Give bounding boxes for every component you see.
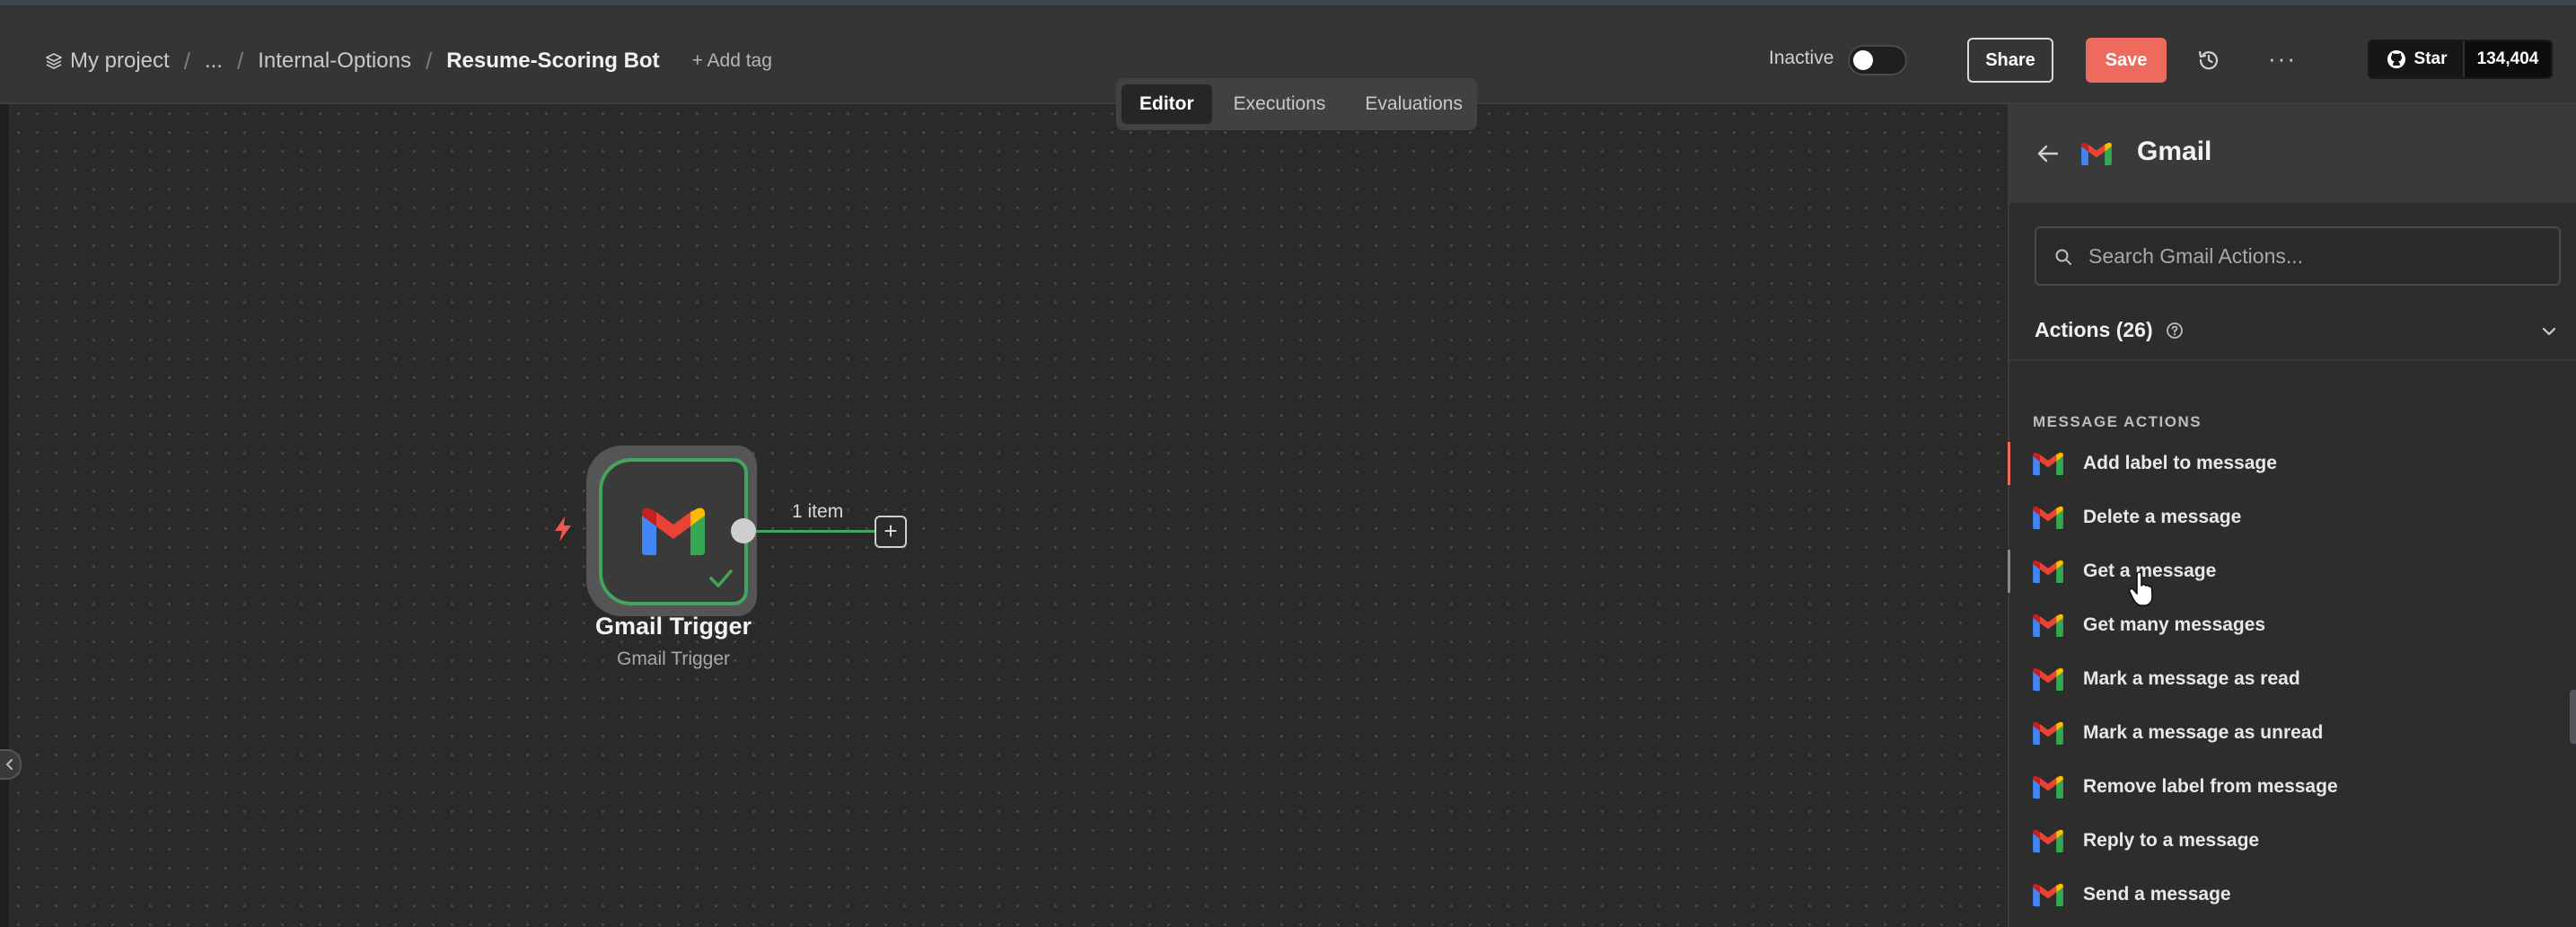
panel-title: Gmail [2137, 137, 2212, 166]
breadcrumb-separator: / [183, 47, 190, 75]
help-circle-icon[interactable] [2166, 322, 2184, 340]
action-item-delete-message[interactable]: Delete a message [2008, 490, 2576, 544]
breadcrumb-separator: / [425, 47, 433, 75]
node-output-handle[interactable] [731, 518, 756, 543]
more-options-icon[interactable]: ··· [2268, 45, 2297, 73]
action-item-reply[interactable]: Reply to a message [2008, 814, 2576, 868]
history-icon[interactable] [2195, 47, 2222, 74]
breadcrumb-ellipsis[interactable]: ... [205, 49, 223, 74]
add-node-button[interactable]: + [875, 516, 907, 548]
github-star-left: Star [2369, 41, 2463, 77]
gmail-icon [2033, 614, 2063, 637]
action-label: Mark a message as unread [2083, 722, 2324, 743]
workflow-name[interactable]: Resume-Scoring Bot [446, 49, 659, 74]
action-item-mark-read[interactable]: Mark a message as read [2008, 652, 2576, 706]
action-item-add-label[interactable]: Add label to message [2008, 437, 2576, 490]
breadcrumb: My project / ... / Internal-Options / Re… [45, 43, 772, 79]
left-sidebar-edge [0, 104, 9, 927]
action-label: Get many messages [2083, 614, 2266, 635]
chevron-left-icon [5, 759, 13, 770]
github-star-label: Star [2413, 49, 2448, 68]
hand-cursor-icon [2128, 571, 2153, 606]
action-label: Add label to message [2083, 453, 2277, 473]
workflow-canvas[interactable] [9, 104, 2008, 927]
trigger-bolt-icon [555, 516, 571, 542]
scrollbar-thumb[interactable] [2570, 690, 2576, 744]
action-label: Mark a message as read [2083, 668, 2300, 689]
breadcrumb-folder[interactable]: Internal-Options [258, 49, 411, 74]
gmail-icon [2033, 506, 2063, 529]
action-item-get-many-messages[interactable]: Get many messages [2008, 598, 2576, 652]
actions-section-header[interactable]: Actions (26) [2009, 302, 2576, 361]
chevron-down-icon[interactable] [2541, 323, 2557, 340]
search-icon [2055, 249, 2071, 265]
github-star-count: 134,404 [2463, 41, 2551, 77]
node-subtitle: Gmail Trigger [616, 649, 731, 669]
breadcrumb-separator: / [236, 47, 244, 75]
toggle-knob [1853, 50, 1873, 70]
gmail-icon [2033, 883, 2063, 906]
add-tag-button[interactable]: + Add tag [692, 50, 772, 72]
gmail-icon [2033, 452, 2063, 475]
breadcrumb-project[interactable]: My project [45, 49, 170, 74]
github-star-button[interactable]: Star 134,404 [2368, 40, 2553, 79]
panel-header: Gmail [2009, 104, 2576, 203]
search-box[interactable] [2035, 226, 2561, 286]
node-title: Gmail Trigger [594, 613, 752, 640]
active-toggle[interactable] [1848, 45, 1907, 75]
gmail-icon [2033, 721, 2063, 745]
success-check-icon [709, 569, 733, 587]
action-label: Reply to a message [2083, 830, 2260, 851]
gmail-icon [642, 508, 705, 555]
section-label: MESSAGE ACTIONS [2033, 413, 2202, 430]
action-label: Remove label from message [2083, 776, 2338, 797]
gmail-icon [2033, 667, 2063, 691]
active-state-label: Inactive [1769, 48, 1834, 68]
tab-editor[interactable]: Editor [1121, 84, 1212, 124]
action-label: Send a message [2083, 884, 2231, 905]
gmail-icon [2033, 560, 2063, 583]
app-window: My project / ... / Internal-Options / Re… [0, 0, 2576, 927]
layers-icon [46, 53, 62, 69]
view-tabs: Editor Executions Evaluations [1116, 78, 1477, 130]
action-item-send[interactable]: Send a message [2008, 868, 2576, 922]
share-button[interactable]: Share [1967, 38, 2053, 83]
gmail-trigger-node[interactable] [599, 458, 748, 605]
edge-item-count: 1 item [792, 501, 844, 522]
save-button[interactable]: Save [2086, 38, 2167, 83]
breadcrumb-project-label: My project [70, 49, 170, 73]
action-list: Add label to message Delete a message Ge… [2008, 437, 2576, 922]
tab-executions[interactable]: Executions [1216, 84, 1344, 124]
search-input[interactable] [2087, 228, 2554, 284]
action-label: Delete a message [2083, 507, 2242, 527]
action-item-get-message[interactable]: Get a message [2008, 544, 2576, 598]
action-item-remove-label[interactable]: Remove label from message [2008, 760, 2576, 814]
actions-title: Actions (26) [2035, 318, 2153, 341]
github-icon [2387, 50, 2405, 68]
gmail-icon [2081, 142, 2112, 165]
action-item-mark-unread[interactable]: Mark a message as unread [2008, 706, 2576, 760]
gmail-icon [2033, 775, 2063, 799]
gmail-icon [2033, 829, 2063, 852]
arrow-left-icon[interactable] [2035, 140, 2062, 167]
tab-evaluations[interactable]: Evaluations [1347, 84, 1481, 124]
connection-line [756, 530, 875, 533]
